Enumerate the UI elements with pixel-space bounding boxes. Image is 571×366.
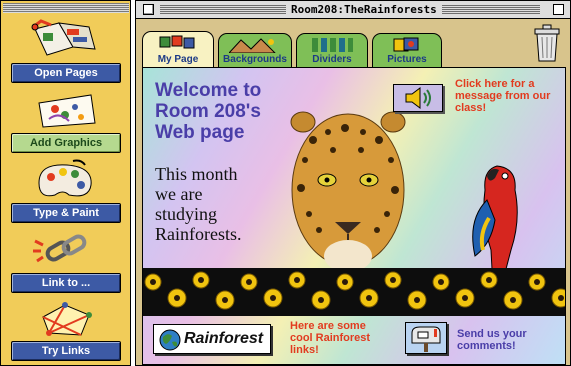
globe-icon <box>159 329 181 351</box>
comments-prompt: Send us your comments! <box>457 328 527 352</box>
tab-backgrounds[interactable]: Backgrounds <box>218 33 292 67</box>
tab-pictures-label: Pictures <box>387 54 427 65</box>
zoom-box[interactable] <box>553 4 564 15</box>
my-page-icon <box>159 35 195 49</box>
welcome-line: Welcome to <box>155 80 262 101</box>
window-title: Room208:TheRainforests <box>286 3 442 16</box>
tab-pictures[interactable]: Pictures <box>372 33 442 67</box>
tab-dividers-label: Dividers <box>312 54 352 65</box>
paint-palette-icon <box>38 159 92 197</box>
add-graphics-icon <box>38 94 96 128</box>
links-prompt: Here are some cool Rainforest links! <box>290 320 371 356</box>
month-line: Rainforests. <box>155 224 242 244</box>
chain-link-icon <box>33 234 87 263</box>
open-pages-icon <box>31 19 96 56</box>
trash-can-icon[interactable] <box>532 23 562 63</box>
message-button[interactable] <box>393 84 443 112</box>
comments-button[interactable] <box>405 322 447 354</box>
tool-try-links[interactable]: Try Links <box>9 297 124 361</box>
tab-my-page-label: My Page <box>157 54 199 65</box>
add-graphics-button[interactable]: Add Graphics <box>11 133 121 153</box>
window-title-bar[interactable]: Room208:TheRainforests <box>136 1 570 19</box>
sunflower-divider <box>143 268 565 316</box>
link-to-button[interactable]: Link to ... <box>11 273 121 293</box>
tool-palette: Open Pages Add Graphics Type & Paint Lin… <box>0 0 131 366</box>
document-window: Room208:TheRainforests My Page Backgroun… <box>135 0 571 366</box>
open-pages-button[interactable]: Open Pages <box>11 63 121 83</box>
rainforest-link-button[interactable]: Rainforest <box>153 324 271 354</box>
tool-open-pages[interactable]: Open Pages <box>9 19 124 83</box>
tab-dividers[interactable]: Dividers <box>296 33 368 67</box>
page-canvas[interactable]: Welcome to Room 208's Web page This mont… <box>142 67 566 365</box>
pictures-icon <box>393 37 419 52</box>
tool-type-paint[interactable]: Type & Paint <box>9 159 124 223</box>
tool-link-to[interactable]: Link to ... <box>9 229 124 293</box>
try-links-button[interactable]: Try Links <box>11 341 121 361</box>
rainforest-link-label: Rainforest <box>184 330 264 347</box>
close-box[interactable] <box>143 4 154 15</box>
month-line: This month <box>155 164 238 184</box>
message-prompt[interactable]: Click here for a message from our class! <box>455 78 565 114</box>
dividers-icon <box>312 38 353 52</box>
mailbox-icon <box>411 326 441 352</box>
jaguar-image <box>290 111 406 272</box>
tab-my-page[interactable]: My Page <box>142 31 214 67</box>
mountains-icon <box>229 38 276 53</box>
try-links-icon <box>42 302 92 336</box>
speaker-icon <box>405 87 431 109</box>
month-line: studying <box>155 204 218 224</box>
palette-title-bar[interactable] <box>3 3 129 13</box>
type-paint-button[interactable]: Type & Paint <box>11 203 121 223</box>
month-text: This month we are studying Rainforests. <box>155 164 285 244</box>
tab-backgrounds-label: Backgrounds <box>223 54 287 65</box>
tool-add-graphics[interactable]: Add Graphics <box>9 89 124 153</box>
month-line: we are <box>155 184 203 204</box>
